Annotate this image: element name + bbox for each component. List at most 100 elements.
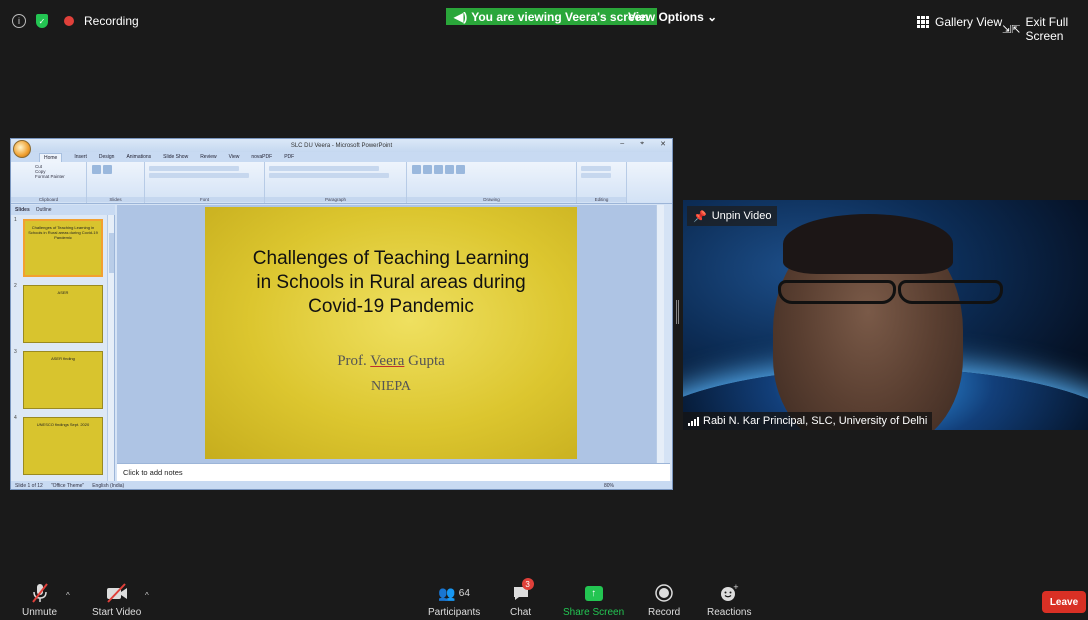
- thumb-number: 3: [14, 349, 17, 355]
- ribbon-group-editing: Editing: [577, 162, 627, 203]
- slide-thumbnail: Challenges of Teaching Learning in Schoo…: [23, 219, 103, 277]
- meeting-status: i ✓ Recording: [12, 14, 139, 28]
- ribbon-tab: PDF: [284, 154, 295, 160]
- ppt-title-bar: SLC DU Veera - Microsoft PowerPoint – ⌖ …: [11, 139, 672, 152]
- video-off-icon: [105, 582, 129, 604]
- recording-label: Recording: [84, 14, 139, 28]
- slide-title-line: Covid-19 Pandemic: [308, 295, 474, 317]
- unmute-label: Unmute: [22, 607, 58, 618]
- shield-check-icon[interactable]: ✓: [36, 14, 48, 28]
- chevron-down-icon: ⌄: [707, 10, 718, 24]
- ribbon-group-drawing: Drawing: [407, 162, 577, 203]
- share-icon-wrap: ↑: [584, 582, 603, 604]
- slide-editing-area: Challenges of Teaching Learning in Schoo…: [117, 205, 664, 463]
- slide-title-line: Challenges of Teaching Learning: [252, 248, 530, 269]
- author-first-name: Veera: [370, 353, 405, 369]
- exit-full-screen-label: Exit Full Screen: [1025, 15, 1069, 43]
- pane-tabs: Slides Outline: [11, 205, 115, 215]
- audio-options-caret-icon[interactable]: ^: [66, 591, 70, 600]
- unmute-button[interactable]: Unmute: [22, 582, 57, 618]
- record-label: Record: [648, 607, 681, 618]
- ribbon-group-font: Font: [145, 162, 265, 203]
- slide-count: Slide 1 of 12: [15, 483, 43, 489]
- exit-full-screen-button[interactable]: ⇲⇱ Exit Full Screen: [1002, 15, 1088, 43]
- glasses-left: [778, 280, 896, 304]
- group-label: Font: [145, 197, 264, 202]
- slide-thumbnails: 1 Challenges of Teaching Learning in Sch…: [11, 215, 115, 481]
- ribbon-tab: View: [228, 154, 240, 160]
- ribbon: Cut Copy Format Painter Clipboard Slides…: [11, 162, 672, 204]
- notes-pane: Click to add notes: [117, 463, 670, 481]
- exit-fullscreen-icon: ⇲⇱: [1002, 23, 1021, 36]
- info-icon[interactable]: i: [12, 14, 26, 28]
- ppt-status-bar: Slide 1 of 12 "Office Theme" English (In…: [11, 481, 672, 489]
- split-drag-handle[interactable]: [676, 300, 679, 324]
- participants-count: 64: [458, 587, 470, 599]
- ribbon-group-clipboard: Cut Copy Format Painter Clipboard: [11, 162, 87, 203]
- ppt-body: Slides Outline 1 Challenges of Teaching …: [11, 205, 672, 489]
- cursor-icon: ⌖: [640, 140, 645, 147]
- video-options-caret-icon[interactable]: ^: [145, 591, 149, 600]
- unpin-video-button[interactable]: 📌 Unpin Video: [687, 206, 778, 226]
- tab-slides: Slides: [15, 207, 30, 213]
- slide-title: Challenges of Teaching Learning in Schoo…: [205, 247, 577, 319]
- gallery-view-label: Gallery View: [935, 15, 1003, 29]
- view-options-button[interactable]: View Options ⌄: [628, 10, 717, 24]
- leave-button[interactable]: Leave: [1042, 591, 1086, 613]
- participant-video[interactable]: 📌 Unpin Video Rabi N. Kar Principal, SLC…: [683, 200, 1088, 430]
- thumb-number: 2: [14, 283, 17, 289]
- ribbon-tab: Insert: [74, 154, 87, 160]
- viewing-banner: ◀) You are viewing Veera's screen: [446, 8, 657, 25]
- chat-icon: 3: [512, 578, 534, 604]
- participants-icon: 👥: [438, 584, 456, 601]
- glasses-right: [898, 280, 1003, 304]
- ribbon-group-slides: Slides: [87, 162, 145, 203]
- signal-strength-icon: [688, 416, 699, 426]
- group-label: Paragraph: [265, 197, 406, 202]
- ribbon-tab: Home: [39, 152, 63, 162]
- svg-text:+: +: [733, 583, 739, 591]
- share-screen-button[interactable]: ↑ Share Screen: [563, 582, 624, 618]
- zoom-meeting-window: i ✓ Recording ◀) You are viewing Veera's…: [0, 0, 1088, 620]
- group-label: Slides: [87, 197, 144, 202]
- thumb-number: 4: [14, 415, 17, 421]
- slide-thumbnail: UNESCO findings Sept. 2020: [23, 417, 103, 475]
- slide-author: Prof. Veera Gupta: [205, 353, 577, 370]
- top-bar: i ✓ Recording ◀) You are viewing Veera's…: [0, 0, 1088, 43]
- participants-button[interactable]: 👥 64 Participants: [428, 582, 481, 619]
- tab-outline: Outline: [35, 207, 52, 213]
- start-video-label: Start Video: [92, 607, 142, 618]
- group-label: Clipboard: [11, 197, 86, 202]
- share-screen-label: Share Screen: [563, 607, 625, 618]
- ribbon-tab: Review: [200, 154, 217, 160]
- slide-thumbnail: ASER: [23, 285, 103, 343]
- slide-scrollbar: [656, 205, 664, 463]
- close-icon: ✕: [660, 141, 666, 148]
- viewing-banner-label: You are viewing Veera's screen: [471, 9, 649, 24]
- share-screen-icon: ↑: [584, 585, 603, 601]
- theme-name: "Office Theme": [50, 483, 85, 489]
- participants-label: Participants: [428, 607, 481, 618]
- slide-title-line: in Schools in Rural areas during: [256, 271, 526, 293]
- meeting-toolbar: Unmute ^ Start Video ^ 👥 64 Participants…: [0, 578, 1088, 620]
- thumb-number: 1: [14, 217, 17, 223]
- record-icon: [655, 582, 673, 604]
- minimize-icon: –: [620, 140, 625, 147]
- gallery-view-button[interactable]: Gallery View: [917, 15, 1002, 29]
- record-button[interactable]: Record: [648, 582, 680, 618]
- smiley-icon: +: [719, 582, 739, 604]
- chat-button[interactable]: 3 Chat: [510, 578, 534, 618]
- slide-organization: NIEPA: [371, 379, 411, 394]
- ribbon-tab: Design: [98, 154, 115, 160]
- slide-thumbnail: ASER finding: [23, 351, 103, 409]
- microphone-muted-icon: [31, 582, 49, 604]
- shared-screen-powerpoint[interactable]: SLC DU Veera - Microsoft PowerPoint – ⌖ …: [10, 138, 673, 490]
- start-video-button[interactable]: Start Video: [92, 582, 141, 618]
- unpin-video-label: Unpin Video: [711, 210, 772, 222]
- audio-icon: ◀): [454, 9, 468, 24]
- reactions-button[interactable]: + Reactions: [707, 582, 751, 618]
- office-button-icon: [13, 140, 31, 158]
- ribbon-tab: novaPDF: [251, 154, 273, 160]
- author-last-name: Gupta: [404, 353, 445, 369]
- reactions-label: Reactions: [707, 607, 752, 618]
